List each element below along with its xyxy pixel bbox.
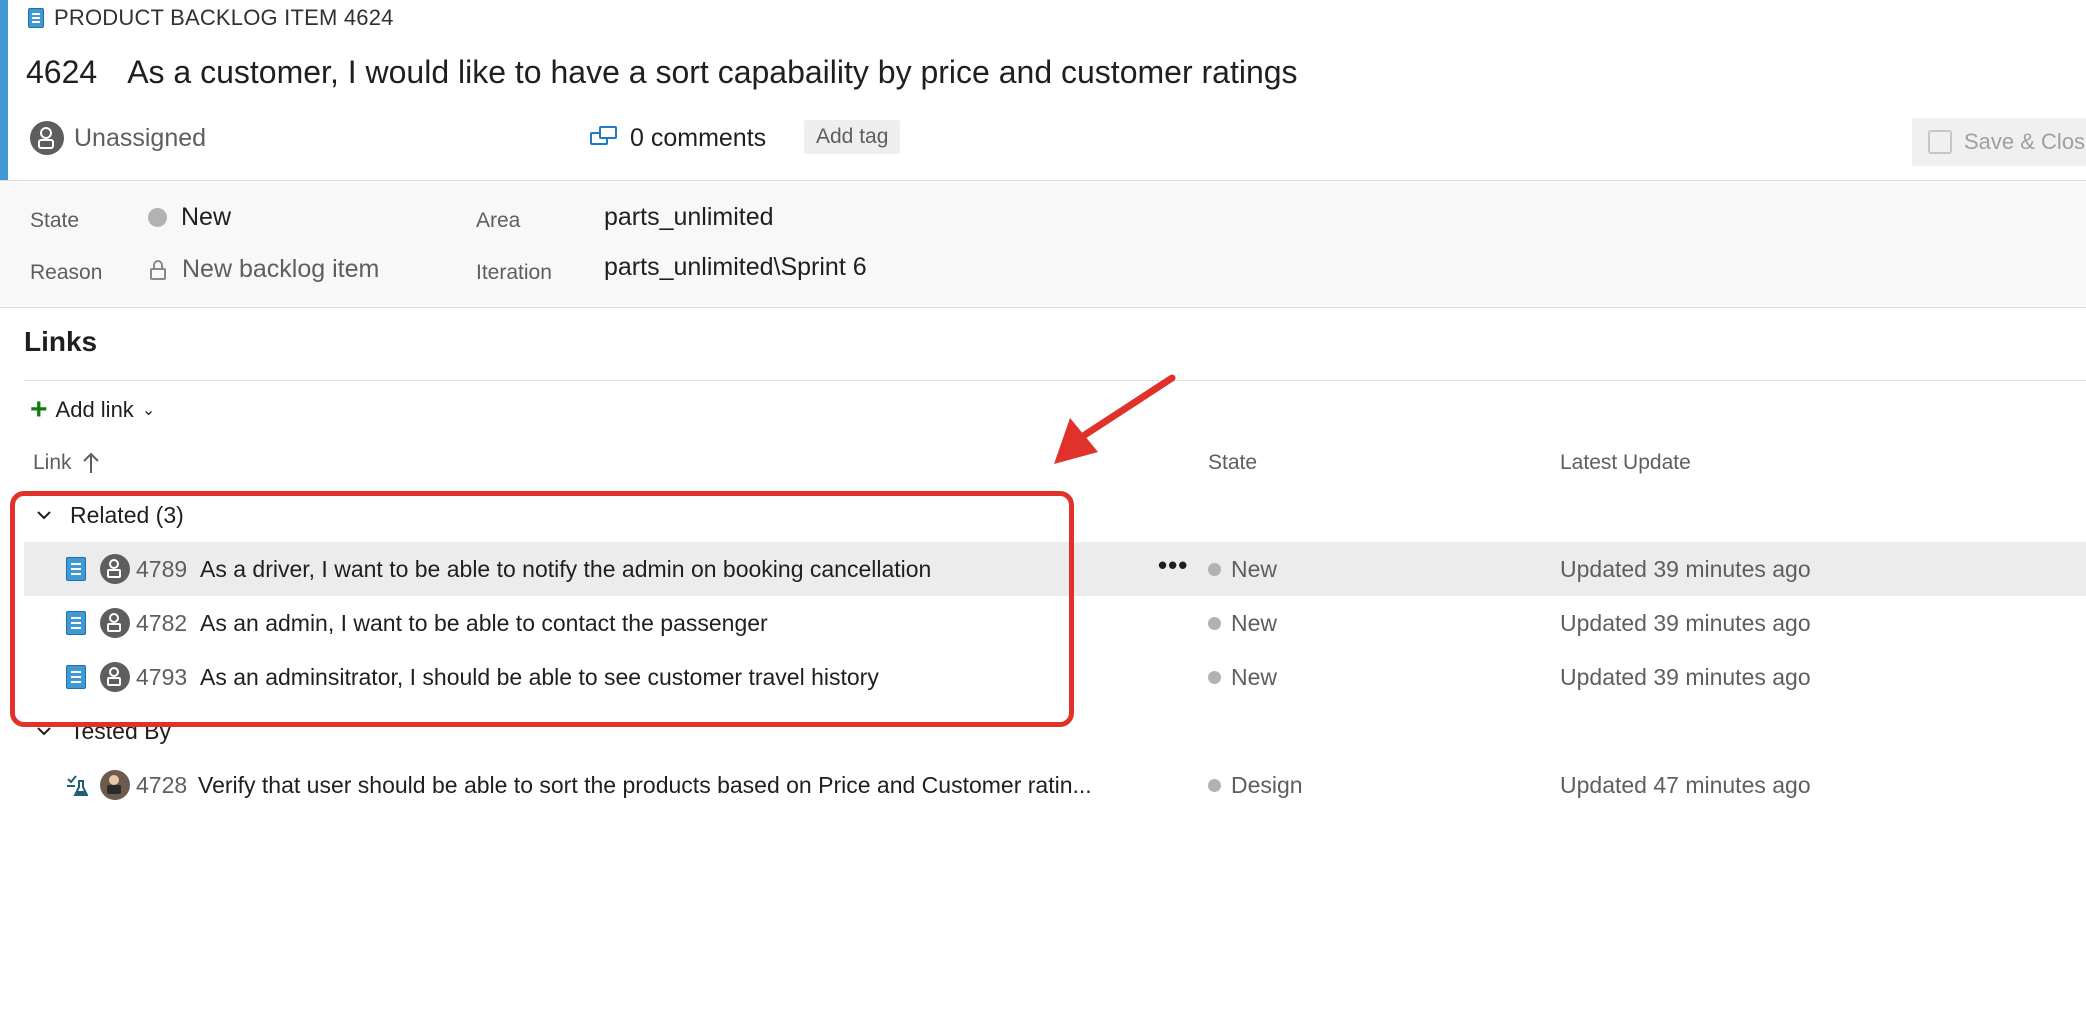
row-state-value: Design [1231,772,1303,798]
work-item-type-label: PRODUCT BACKLOG ITEM 4624 [54,5,394,30]
reason-field: New backlog item [150,255,379,284]
table-row[interactable]: 4728 Verify that user should be able to … [24,758,2086,812]
state-value: New [181,203,232,231]
state-dot-icon [1208,563,1221,576]
row-state-value: New [1231,664,1278,690]
row-state-value: New [1231,556,1278,582]
add-tag-button[interactable]: Add tag [804,120,901,154]
column-header-link[interactable]: Link [33,448,100,478]
iteration-label: Iteration [476,261,552,284]
row-id: 4728 [136,772,188,798]
comments-count: 0 comments [630,123,767,152]
area-field[interactable]: parts_unlimited [604,203,774,232]
fields-section: State New Area parts_unlimited Reason Ne… [0,180,2086,308]
work-item-title-row: 4624 As a customer, I would like to have… [26,50,1298,94]
row-updated: Updated 39 minutes ago [1560,610,1811,636]
test-case-icon [67,775,88,796]
reason-value: New backlog item [182,255,380,283]
sort-up-icon [82,452,99,473]
assignee-label: Unassigned [74,123,207,152]
column-header-latest-update[interactable]: Latest Update [1560,448,1691,478]
row-state: New [1208,610,1277,637]
reason-label: Reason [30,261,103,284]
work-item-type: PRODUCT BACKLOG ITEM 4624 [28,4,394,32]
row-state: New [1208,664,1277,691]
row-state-value: New [1231,610,1278,636]
annotation-highlight-box [10,491,1074,727]
comments-icon [590,126,618,150]
row-updated: Updated 47 minutes ago [1560,772,1811,798]
state-dot-icon [1208,779,1221,792]
arrow-annotation [1054,374,1176,464]
add-link-label: Add link [55,397,134,422]
assignee-picker[interactable]: Unassigned [30,116,206,160]
work-item-color-bar [0,0,8,180]
row-title-link[interactable]: Verify that user should be able to sort … [198,772,1092,799]
lock-icon [150,259,166,280]
iteration-field[interactable]: parts_unlimited\Sprint 6 [604,253,867,282]
save-icon [1928,130,1952,154]
state-dot-icon [1208,617,1221,630]
state-dropdown[interactable]: New [148,203,231,232]
column-header-state[interactable]: State [1208,448,1257,478]
area-label: Area [476,209,521,232]
plus-icon: + [30,393,48,426]
work-item-id: 4624 [26,53,98,90]
links-heading: Links [24,326,98,357]
row-state: New [1208,556,1277,583]
state-dot-icon [1208,671,1221,684]
work-item-title[interactable]: As a customer, I would like to have a so… [127,54,1297,91]
add-link-button[interactable]: + Add link ⌄ [30,392,155,428]
avatar-icon [100,770,130,800]
state-dot-icon [148,208,167,227]
comments-link[interactable]: 0 comments [590,116,766,160]
more-icon[interactable]: ••• [1158,550,1188,581]
chevron-down-icon: ⌄ [141,402,156,419]
save-and-close-button[interactable]: Save & Clos [1912,118,2086,166]
row-updated: Updated 39 minutes ago [1560,556,1811,582]
backlog-item-icon [28,8,44,28]
meta-row: Unassigned 0 comments Add tag [30,116,2086,160]
column-link-label: Link [33,451,72,474]
state-label: State [30,209,80,232]
avatar-icon [30,121,64,155]
row-state: Design [1208,772,1303,799]
row-updated: Updated 39 minutes ago [1560,664,1811,690]
save-and-close-label: Save & Clos [1964,129,2086,154]
